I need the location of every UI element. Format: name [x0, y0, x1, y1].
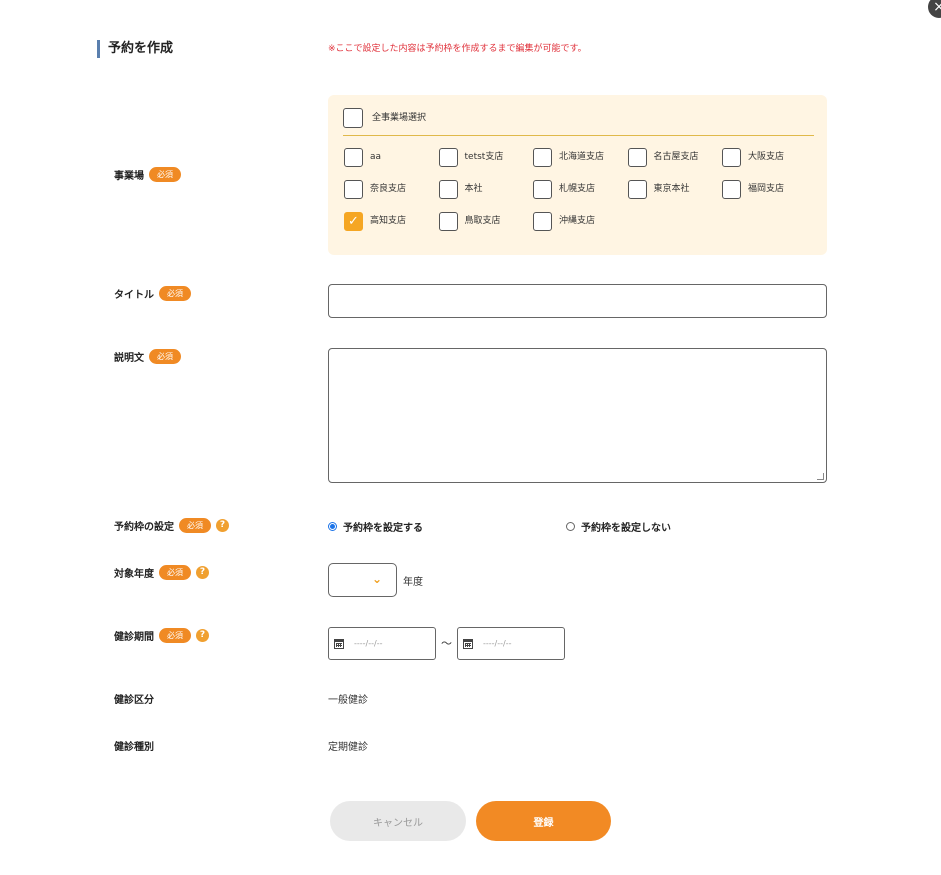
- office-label: 奈良支店: [370, 184, 407, 194]
- required-badge: 必須: [159, 627, 191, 643]
- submit-button[interactable]: 登録: [476, 801, 611, 841]
- office-item[interactable]: ✓ 高知支店: [344, 211, 439, 231]
- office-label: 東京本社: [653, 184, 690, 194]
- select-all-checkbox[interactable]: [343, 108, 363, 128]
- office-item[interactable]: 本社: [438, 179, 534, 199]
- office-checkbox[interactable]: [438, 179, 458, 199]
- title-label: タイトル 必須: [114, 285, 191, 301]
- office-item[interactable]: 福岡支店: [722, 179, 817, 199]
- reservation-create-form: × 予約を作成 ※ここで設定した内容は予約枠を作成するまで編集が可能です。 事業…: [0, 0, 941, 875]
- help-icon[interactable]: ?: [196, 628, 209, 642]
- office-item[interactable]: 奈良支店: [344, 179, 439, 199]
- page-title: 予約を作成: [97, 40, 173, 58]
- exam-type-value: 定期健診: [328, 742, 368, 753]
- close-icon[interactable]: ×: [928, 0, 941, 18]
- office-label: 高知支店: [370, 216, 407, 226]
- required-badge: 必須: [149, 348, 181, 364]
- help-icon[interactable]: ?: [216, 518, 229, 532]
- period-end-placeholder: ----/--/--: [483, 639, 512, 648]
- office-label: 北海道支店: [559, 152, 605, 162]
- description-label-text: 説明文: [114, 352, 144, 364]
- office-label: aa: [370, 152, 382, 162]
- office-checkbox-checked[interactable]: ✓: [344, 211, 363, 231]
- office-checkbox[interactable]: [344, 179, 363, 199]
- exam-category-label-text: 健診区分: [114, 694, 154, 706]
- office-item[interactable]: 名古屋支店: [627, 147, 723, 167]
- period-separator: 〜: [441, 637, 452, 650]
- description-label: 説明文 必須: [114, 348, 181, 364]
- calendar-icon: [334, 638, 344, 649]
- exam-category-label: 健診区分: [114, 690, 154, 706]
- office-checkbox[interactable]: [627, 179, 647, 199]
- office-checkbox[interactable]: [533, 211, 552, 231]
- description-textarea[interactable]: [328, 348, 827, 483]
- office-label: 沖縄支店: [559, 216, 596, 226]
- required-badge: 必須: [159, 285, 191, 301]
- title-input[interactable]: [328, 284, 827, 318]
- period-start-placeholder: ----/--/--: [354, 639, 383, 648]
- exam-period-label: 健診期間 必須 ?: [114, 627, 209, 643]
- target-year-label: 対象年度 必須 ?: [114, 564, 209, 580]
- office-item[interactable]: 北海道支店: [533, 147, 628, 167]
- slot-setting-label-text: 予約枠の設定: [114, 521, 174, 533]
- office-item[interactable]: 東京本社: [627, 179, 723, 199]
- office-checkbox[interactable]: [344, 147, 363, 167]
- office-label: tetst支店: [464, 152, 504, 162]
- office-checkbox[interactable]: [722, 179, 741, 199]
- office-item[interactable]: 大阪支店: [722, 147, 817, 167]
- radio-none-label: 予約枠を設定しない: [581, 523, 671, 534]
- office-checkbox[interactable]: [627, 147, 647, 167]
- office-item[interactable]: 沖縄支店: [533, 211, 628, 231]
- office-label-text: 事業場: [114, 170, 144, 182]
- radio-set-label: 予約枠を設定する: [343, 523, 423, 534]
- office-checkbox[interactable]: [438, 147, 458, 167]
- chevron-down-icon: ⌄: [372, 572, 383, 586]
- required-badge: 必須: [179, 517, 211, 533]
- period-start-input[interactable]: ----/--/--: [328, 627, 436, 660]
- office-label: 大阪支店: [748, 152, 785, 162]
- year-suffix: 年度: [403, 577, 423, 588]
- slot-setting-label: 予約枠の設定 必須 ?: [114, 517, 229, 533]
- edit-notice: ※ここで設定した内容は予約枠を作成するまで編集が可能です。: [328, 44, 587, 54]
- radio-none[interactable]: [566, 522, 575, 531]
- target-year-label-text: 対象年度: [114, 568, 154, 580]
- calendar-icon: [463, 638, 473, 649]
- office-checkbox[interactable]: [438, 211, 458, 231]
- required-badge: 必須: [149, 166, 181, 182]
- office-checkbox-grid: aa tetst支店 北海道支店 名古屋支店 大阪支店奈良支店 本社 札幌支店 東京本社 福岡支…: [344, 147, 817, 231]
- resize-handle-icon[interactable]: [817, 473, 824, 480]
- exam-category-value: 一般健診: [328, 695, 368, 706]
- exam-period-label-text: 健診期間: [114, 631, 154, 643]
- office-item[interactable]: 札幌支店: [533, 179, 628, 199]
- required-badge: 必須: [159, 564, 191, 580]
- office-label: 事業場 必須: [114, 166, 181, 182]
- slot-option-none[interactable]: 予約枠を設定しない: [566, 519, 671, 534]
- office-label: 札幌支店: [559, 184, 596, 194]
- exam-type-label: 健診種別: [114, 737, 154, 753]
- slot-option-set[interactable]: 予約枠を設定する: [328, 519, 423, 534]
- office-label: 名古屋支店: [653, 152, 699, 162]
- year-select[interactable]: ⌄: [328, 563, 397, 597]
- select-all-offices[interactable]: 全事業場選択: [343, 108, 814, 136]
- office-item[interactable]: aa: [344, 147, 439, 167]
- office-item[interactable]: 鳥取支店: [438, 211, 534, 231]
- help-icon[interactable]: ?: [196, 565, 209, 579]
- select-all-label: 全事業場選択: [372, 113, 427, 123]
- office-checkbox[interactable]: [533, 179, 552, 199]
- exam-type-label-text: 健診種別: [114, 741, 154, 753]
- cancel-button[interactable]: キャンセル: [330, 801, 466, 841]
- radio-set[interactable]: [328, 522, 337, 531]
- title-label-text: タイトル: [114, 289, 154, 301]
- checkmark-icon: ✓: [348, 213, 359, 229]
- period-end-input[interactable]: ----/--/--: [457, 627, 565, 660]
- office-label: 本社: [464, 184, 483, 194]
- office-selection-panel: 全事業場選択 aa tetst支店 北海道支店 名古屋支店 大阪支店奈良支店 本社 札幌支店…: [328, 95, 827, 255]
- office-label: 福岡支店: [748, 184, 785, 194]
- office-item[interactable]: tetst支店: [438, 147, 534, 167]
- office-checkbox[interactable]: [533, 147, 552, 167]
- office-checkbox[interactable]: [722, 147, 741, 167]
- office-label: 鳥取支店: [464, 216, 501, 226]
